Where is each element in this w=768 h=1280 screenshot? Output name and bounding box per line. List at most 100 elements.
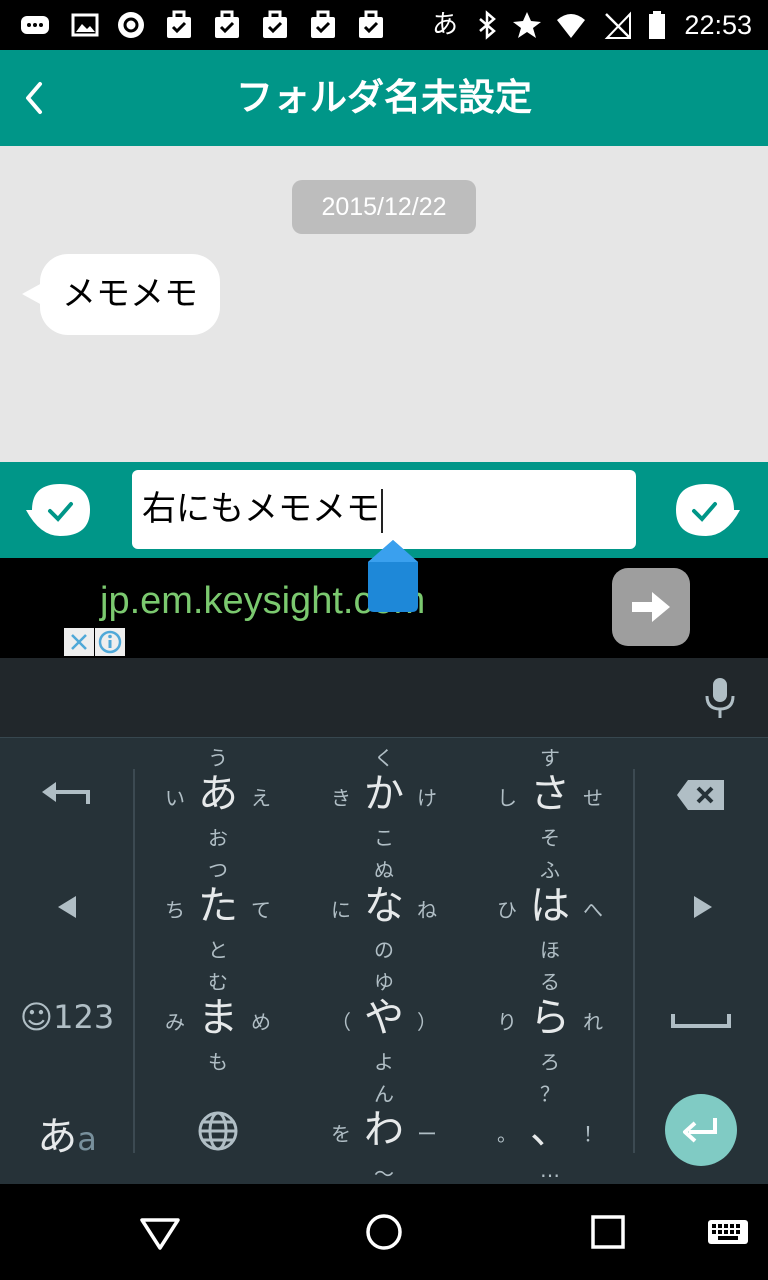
key-ta[interactable]: つ ち た て と	[143, 850, 293, 962]
backspace-key[interactable]	[636, 738, 766, 850]
keyboard-switch-button[interactable]	[706, 1208, 750, 1256]
wifi-icon	[557, 14, 585, 38]
triangle-left-icon	[58, 896, 76, 918]
flick-right: れ	[583, 1010, 603, 1034]
emoji-key-label: ☺123	[19, 998, 115, 1036]
message-bubble[interactable]: メモメモ	[40, 254, 220, 335]
flick-right: せ	[583, 786, 603, 810]
keyboard: ☺123 あa う い あ え お く き か け こ す し さ せ そ つ …	[0, 658, 768, 1186]
home-nav-button[interactable]	[360, 1208, 408, 1256]
key-a[interactable]: う い あ え お	[143, 738, 293, 850]
input-mode-key[interactable]: あa	[2, 1074, 132, 1186]
message-input[interactable]: 右にもメモメモ	[132, 470, 636, 549]
key-ra[interactable]: る り ら れ ろ	[475, 962, 625, 1074]
undo-key[interactable]	[2, 738, 132, 850]
cursor-right-key[interactable]	[636, 850, 766, 962]
flick-up: す	[540, 746, 560, 770]
key-sa[interactable]: す し さ せ そ	[475, 738, 625, 850]
flick-up: ぬ	[374, 858, 394, 882]
key-ha[interactable]: ふ ひ は へ ほ	[475, 850, 625, 962]
circle-icon	[366, 1214, 402, 1250]
suggestion-bar	[0, 658, 768, 738]
status-bar: あ 22:53	[0, 0, 768, 50]
enter-icon	[683, 1118, 717, 1143]
back-button[interactable]	[10, 68, 70, 128]
page-title: フォルダ名未設定	[236, 76, 532, 119]
input-value: 右にもメモメモ	[142, 489, 380, 529]
chat-area[interactable]: 2015/12/22 メモメモ	[0, 146, 768, 462]
key-wa[interactable]: ん を わ ー ～	[309, 1074, 459, 1186]
no-sim-icon	[604, 11, 631, 39]
keyboard-divider	[633, 769, 635, 1153]
app-icon	[118, 12, 144, 38]
task-icon	[359, 10, 383, 38]
flick-down: こ	[374, 826, 394, 850]
key-ka[interactable]: く き か け こ	[309, 738, 459, 850]
flick-down: …	[540, 1158, 560, 1182]
flick-up: ん	[374, 1082, 394, 1106]
recents-nav-button[interactable]	[584, 1208, 632, 1256]
ad-close-icon[interactable]	[64, 628, 94, 656]
flick-down: ほ	[540, 938, 560, 962]
flick-down: よ	[374, 1050, 394, 1074]
back-nav-button[interactable]	[136, 1208, 184, 1256]
flick-right: え	[251, 786, 271, 810]
flick-down: ろ	[540, 1050, 560, 1074]
flick-up: く	[374, 746, 394, 770]
flick-right: ね	[417, 898, 437, 922]
flick-right: ！	[583, 1122, 603, 1146]
send-left-button[interactable]	[24, 480, 94, 540]
square-icon	[591, 1215, 625, 1249]
flick-up: ？	[540, 1082, 560, 1106]
navigation-bar	[0, 1184, 768, 1280]
bluetooth-icon	[479, 10, 496, 40]
emoji-number-key[interactable]: ☺123	[2, 962, 132, 1074]
space-icon	[671, 1014, 731, 1028]
flick-up: つ	[208, 858, 228, 882]
flick-right: め	[251, 1010, 271, 1034]
flick-right: て	[251, 898, 271, 922]
triangle-right-icon	[694, 896, 712, 918]
arrow-right-icon	[632, 592, 670, 622]
task-icon	[167, 10, 191, 38]
space-key[interactable]	[636, 962, 766, 1074]
send-right-button[interactable]	[672, 480, 742, 540]
chevron-left-icon	[26, 82, 42, 114]
chat-icon	[21, 16, 49, 34]
flick-right: ー	[417, 1122, 437, 1146]
ime-indicator: あ	[432, 10, 459, 40]
star-icon	[513, 12, 541, 38]
app-bar: フォルダ名未設定	[0, 50, 768, 146]
keyboard-divider	[133, 769, 135, 1153]
flick-up: む	[208, 970, 228, 994]
date-chip: 2015/12/22	[292, 180, 476, 234]
flick-up: う	[208, 746, 228, 770]
cursor-handle[interactable]	[368, 540, 418, 612]
flick-down: お	[208, 826, 228, 850]
flick-right: へ	[583, 898, 603, 922]
key-punctuation[interactable]: ？ 。 、 ！ …	[475, 1074, 625, 1186]
microphone-icon[interactable]	[700, 676, 740, 720]
backspace-icon	[677, 780, 724, 810]
ad-go-button[interactable]	[612, 568, 690, 646]
undo-arrow-icon	[42, 782, 90, 804]
key-ma[interactable]: む み ま め も	[143, 962, 293, 1074]
cursor-left-key[interactable]	[2, 850, 132, 962]
battery-icon	[649, 11, 665, 39]
flick-up: ふ	[540, 858, 560, 882]
task-icon	[263, 10, 287, 38]
flick-right: ）	[417, 1010, 437, 1034]
enter-key[interactable]	[665, 1094, 737, 1166]
flick-up: ゆ	[374, 970, 394, 994]
image-icon	[71, 13, 99, 37]
clock: 22:53	[684, 10, 752, 40]
key-ya[interactable]: ゆ （ や ） よ	[309, 962, 459, 1074]
language-key[interactable]	[143, 1074, 293, 1186]
keyboard-icon	[708, 1220, 748, 1244]
triangle-down-icon	[140, 1218, 180, 1250]
key-na[interactable]: ぬ に な ね の	[309, 850, 459, 962]
ad-info-icon[interactable]	[95, 628, 125, 656]
flick-right: け	[417, 786, 437, 810]
flick-down: と	[208, 938, 228, 962]
globe-icon	[198, 1111, 238, 1151]
